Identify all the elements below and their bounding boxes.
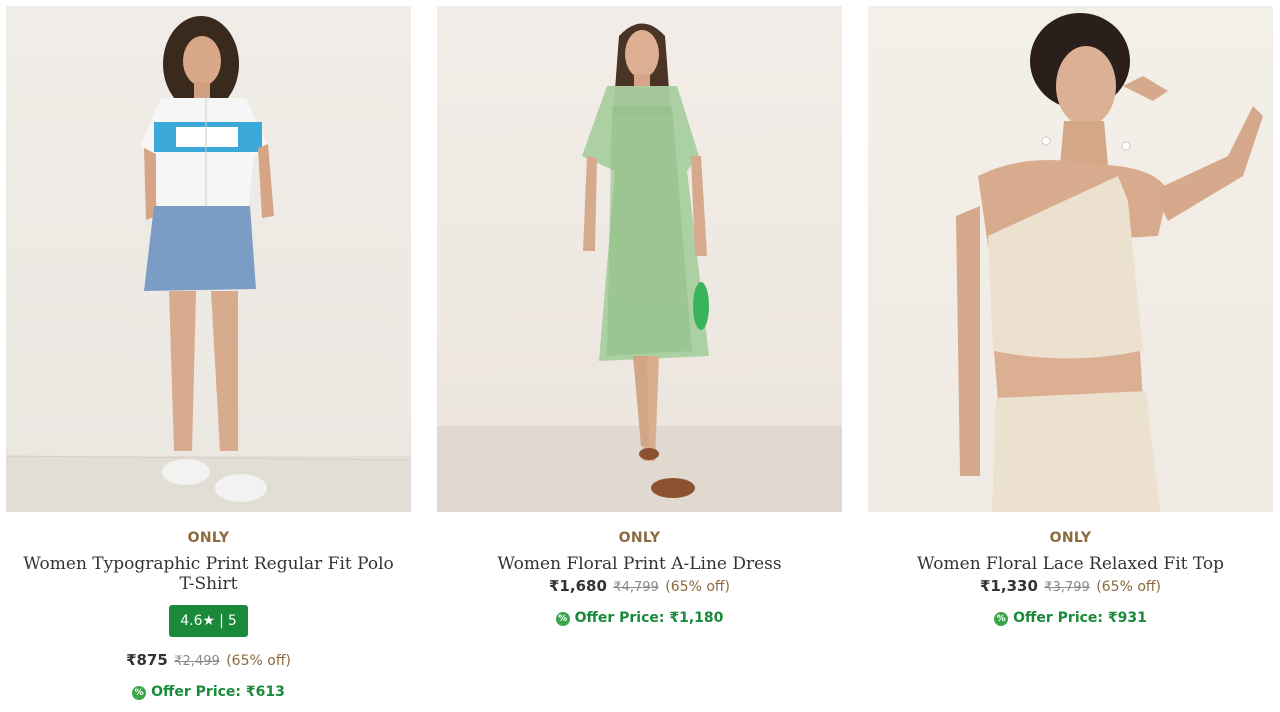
selling-price: ₹875 [126, 651, 168, 669]
mrp-price: ₹3,799 [1044, 580, 1090, 595]
product-card[interactable]: ONLY Women Floral Print A-Line Dress ₹1,… [437, 0, 842, 627]
selling-price: ₹1,680 [549, 577, 607, 595]
product-image[interactable] [437, 6, 842, 512]
rating-value: 4.6 [180, 613, 203, 629]
discount-percent: (65% off) [226, 653, 291, 669]
product-image[interactable] [6, 6, 411, 512]
product-title[interactable]: Women Typographic Print Regular Fit Polo… [19, 554, 399, 594]
offer-price-label: Offer Price: ₹613 [151, 684, 285, 700]
star-icon: ★ [202, 613, 216, 629]
rating-count: 5 [227, 613, 237, 629]
product-image[interactable] [868, 6, 1273, 512]
selling-price: ₹1,330 [980, 577, 1038, 595]
rating-separator: | [219, 613, 224, 629]
mrp-price: ₹4,799 [613, 580, 659, 595]
product-title[interactable]: Women Floral Lace Relaxed Fit Top [881, 554, 1261, 574]
offer-price-label: Offer Price: ₹931 [1013, 610, 1147, 626]
offer-price: % Offer Price: ₹931 [868, 609, 1273, 627]
rating-badge[interactable]: 4.6★ | 5 [169, 605, 248, 637]
discount-percent: (65% off) [665, 579, 730, 595]
price-row: ₹1,330 ₹3,799 (65% off) [868, 577, 1273, 597]
product-title[interactable]: Women Floral Print A-Line Dress [450, 554, 830, 574]
discount-percent: (65% off) [1096, 579, 1161, 595]
brand-name[interactable]: ONLY [6, 529, 411, 547]
offer-price: % Offer Price: ₹1,180 [437, 609, 842, 627]
price-row: ₹875 ₹2,499 (65% off) [6, 651, 411, 671]
model-photo-lace-top [956, 13, 1263, 512]
product-card[interactable]: ONLY Women Floral Lace Relaxed Fit Top ₹… [868, 0, 1273, 627]
model-photo-polo-tshirt [6, 16, 411, 512]
mrp-price: ₹2,499 [174, 654, 220, 669]
offer-percent-icon: % [555, 612, 570, 626]
brand-name[interactable]: ONLY [437, 529, 842, 547]
offer-price: % Offer Price: ₹613 [6, 683, 411, 701]
brand-name[interactable]: ONLY [868, 529, 1273, 547]
offer-percent-icon: % [994, 612, 1009, 626]
model-photo-floral-dress [437, 23, 842, 512]
offer-price-label: Offer Price: ₹1,180 [574, 610, 724, 626]
offer-percent-icon: % [132, 686, 147, 700]
price-row: ₹1,680 ₹4,799 (65% off) [437, 577, 842, 597]
product-card[interactable]: ONLY Women Typographic Print Regular Fit… [6, 0, 411, 701]
product-grid: ONLY Women Typographic Print Regular Fit… [0, 0, 1280, 712]
